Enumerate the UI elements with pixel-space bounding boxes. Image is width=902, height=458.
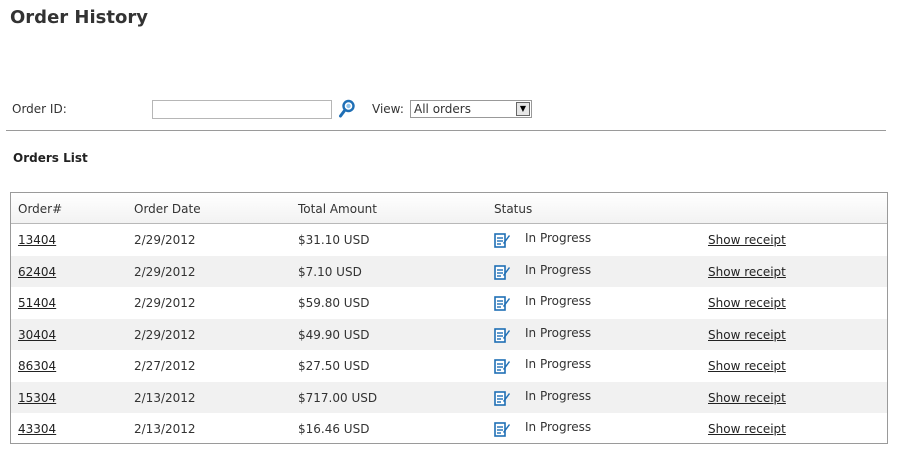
order-status: In Progress [525, 325, 592, 340]
table-row: 13404 2/29/2012 $31.10 USD In Progress Show … [11, 224, 887, 256]
order-id-label: Order ID: [12, 102, 67, 116]
in-progress-icon [494, 358, 510, 374]
page-title: Order History [10, 7, 148, 28]
order-total: $59.80 USD [298, 296, 370, 310]
search-button[interactable] [338, 99, 356, 119]
in-progress-icon [494, 390, 510, 406]
order-number-link[interactable]: 15304 [18, 391, 56, 405]
order-status: In Progress [525, 294, 592, 308]
order-status: In Progress [525, 388, 592, 403]
table-body: 13404 2/29/2012 $31.10 USD In Progress Show … [11, 224, 887, 445]
filter-bar: Order ID: View: All orders ▼ [0, 98, 886, 122]
table-row: 62404 2/29/2012 $7.10 USD In Progress Show r… [11, 255, 887, 287]
order-total: $7.10 USD [298, 264, 362, 279]
order-status: In Progress [525, 231, 592, 245]
order-date: 2/29/2012 [134, 233, 196, 247]
table-row: 30404 2/29/2012 $49.90 USD In Progress Show … [11, 318, 887, 350]
column-header-order[interactable]: Order# [18, 202, 62, 216]
column-header-total[interactable]: Total Amount [298, 202, 377, 216]
order-number-link[interactable]: 13404 [18, 233, 56, 247]
order-total: $31.10 USD [298, 233, 370, 247]
in-progress-icon [494, 421, 510, 437]
table-row: 86304 2/27/2012 $27.50 USD In Progress Show … [11, 350, 887, 382]
order-date: 2/29/2012 [134, 264, 196, 279]
order-id-input[interactable] [152, 100, 332, 119]
view-select[interactable]: All orders ▼ [410, 100, 532, 118]
view-select-value: All orders [414, 102, 471, 116]
order-total: $16.46 USD [298, 422, 370, 436]
table-row: 15304 2/13/2012 $717.00 USD In Progress Show… [11, 381, 887, 413]
search-icon [339, 99, 355, 118]
order-number-link[interactable]: 62404 [18, 265, 56, 279]
order-total: $717.00 USD [298, 390, 378, 405]
show-receipt-link[interactable]: Show receipt [708, 296, 786, 310]
divider [6, 130, 886, 131]
show-receipt-link[interactable]: Show receipt [708, 422, 786, 436]
orders-table: Order# Order Date Total Amount Status 13… [10, 192, 888, 444]
order-number-link[interactable]: 86304 [18, 359, 56, 373]
show-receipt-link[interactable]: Show receipt [708, 265, 786, 279]
in-progress-icon [494, 295, 510, 311]
order-total: $49.90 USD [298, 327, 370, 342]
in-progress-icon [494, 327, 510, 343]
in-progress-icon [494, 232, 510, 248]
column-header-date[interactable]: Order Date [134, 202, 201, 216]
order-number-link[interactable]: 51404 [18, 296, 56, 310]
show-receipt-link[interactable]: Show receipt [708, 328, 786, 342]
view-label: View: [372, 102, 404, 116]
in-progress-icon [494, 264, 510, 280]
order-date: 2/29/2012 [134, 327, 196, 342]
orders-list-title: Orders List [13, 151, 88, 165]
order-date: 2/29/2012 [134, 296, 196, 310]
order-date: 2/13/2012 [134, 390, 196, 405]
table-row: 51404 2/29/2012 $59.80 USD In Progress Show … [11, 287, 887, 319]
order-date: 2/27/2012 [134, 359, 196, 373]
show-receipt-link[interactable]: Show receipt [708, 233, 786, 247]
order-status: In Progress [525, 357, 592, 371]
order-date: 2/13/2012 [134, 422, 196, 436]
column-header-status[interactable]: Status [494, 202, 532, 216]
show-receipt-link[interactable]: Show receipt [708, 359, 786, 373]
table-header: Order# Order Date Total Amount Status [11, 193, 887, 224]
order-number-link[interactable]: 30404 [18, 328, 56, 342]
table-row: 43304 2/13/2012 $16.46 USD In Progress Show … [11, 413, 887, 445]
show-receipt-link[interactable]: Show receipt [708, 391, 786, 405]
order-number-link[interactable]: 43304 [18, 422, 56, 436]
order-status: In Progress [525, 262, 592, 277]
order-status: In Progress [525, 420, 592, 434]
chevron-down-icon[interactable]: ▼ [516, 102, 530, 116]
order-total: $27.50 USD [298, 359, 370, 373]
